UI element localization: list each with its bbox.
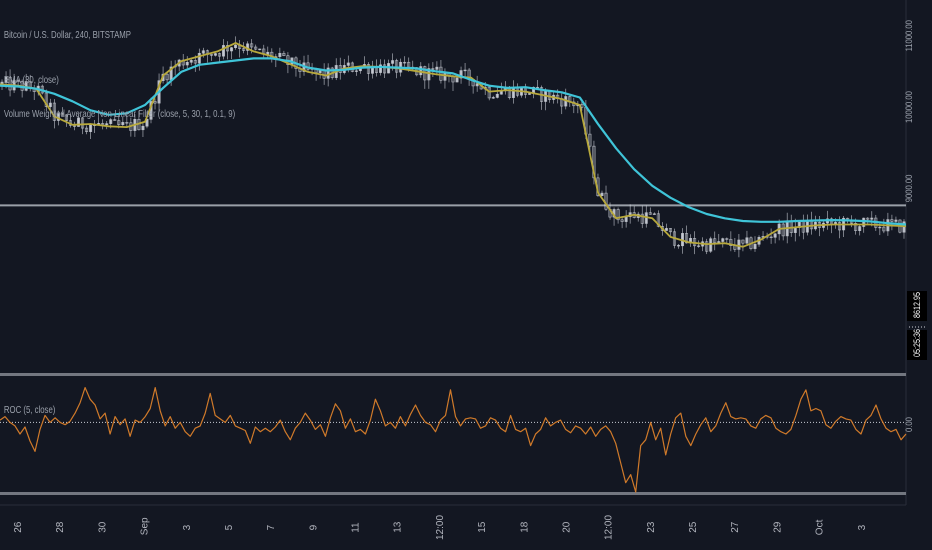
time-tick-label: 11 xyxy=(351,522,362,533)
time-tick-label: 5 xyxy=(224,524,235,530)
time-tick-label: 30 xyxy=(97,521,108,533)
candle-body xyxy=(141,125,145,131)
candle-body xyxy=(346,62,350,66)
candle-body xyxy=(463,69,467,72)
candle-body xyxy=(721,238,725,242)
osc-pane-title: ROC (5, close) xyxy=(4,404,56,415)
time-tick-label: 9 xyxy=(308,524,319,530)
candle-body xyxy=(221,45,225,57)
time-tick-label: 27 xyxy=(730,521,741,533)
time-tick-label: Oct xyxy=(815,519,826,535)
candle-body xyxy=(197,52,201,64)
time-tick-label: 13 xyxy=(393,521,404,533)
candle-body xyxy=(664,228,668,231)
candle-body xyxy=(109,119,113,124)
time-tick-label: 15 xyxy=(477,521,488,533)
candle-body xyxy=(266,51,270,55)
candle-body xyxy=(894,219,898,222)
price-scale-background xyxy=(906,0,932,550)
candle-body xyxy=(318,70,322,73)
time-tick-label: 7 xyxy=(266,524,277,530)
candle-body xyxy=(443,72,447,81)
osc-zero-label: 0.00 xyxy=(903,417,914,432)
candle-body xyxy=(48,102,52,107)
candle-body xyxy=(793,227,797,233)
candle-body xyxy=(213,53,217,56)
time-tick-label: 28 xyxy=(55,521,66,533)
candle-body xyxy=(624,216,628,222)
candle-body xyxy=(745,237,749,244)
pane-separator-bottom[interactable] xyxy=(0,492,906,495)
time-tick-label: 29 xyxy=(772,521,783,533)
time-tick-label: 26 xyxy=(13,521,24,533)
candle-body xyxy=(600,192,604,196)
candle-body xyxy=(737,239,741,250)
time-tick-label: Sep xyxy=(140,517,151,535)
chart-background xyxy=(0,0,932,550)
candle-body xyxy=(105,123,109,126)
candle-body xyxy=(858,226,862,231)
candle-body xyxy=(528,93,532,95)
price-scale-labels: 11000.00 10000.00 9000.00 xyxy=(903,20,914,202)
candle-body xyxy=(652,213,656,215)
countdown-badge-text: 05:25:36 xyxy=(912,329,922,357)
candle-body xyxy=(870,217,874,220)
candle-body xyxy=(435,66,439,70)
time-tick-label: 25 xyxy=(688,521,699,533)
candle-body xyxy=(455,77,459,83)
main-pane-legend-filter: Volume Weighted Average Non-Linear Filte… xyxy=(4,108,235,119)
candle-body xyxy=(258,48,262,51)
candle-body xyxy=(230,47,234,52)
candle-body xyxy=(185,61,189,66)
candle-body xyxy=(391,60,395,64)
candle-body xyxy=(753,243,757,249)
candle-body xyxy=(878,226,882,229)
candle-body xyxy=(201,50,205,54)
candle-body xyxy=(495,93,499,98)
candle-body xyxy=(234,44,238,48)
time-tick-label: 23 xyxy=(646,521,657,533)
candle-body xyxy=(491,97,495,99)
candle-body xyxy=(89,124,93,132)
candle-body xyxy=(773,233,777,238)
price-tick-label: 9000.00 xyxy=(903,174,914,202)
candle-body xyxy=(511,87,515,98)
candle-body xyxy=(189,60,193,63)
time-tick-label: 20 xyxy=(562,521,573,533)
candle-body xyxy=(717,241,721,243)
candle-body xyxy=(709,238,713,252)
main-pane-title: Bitcoin / U.S. Dollar, 240, BITSTAMP xyxy=(4,29,131,40)
main-pane-legend-ema: EMA (30, close) xyxy=(4,74,59,85)
time-tick-label: 18 xyxy=(519,521,530,533)
time-tick-label: 12:00 xyxy=(604,515,615,540)
pane-separator-top[interactable] xyxy=(0,373,906,376)
time-tick-label: 3 xyxy=(182,524,193,530)
candle-body xyxy=(278,52,282,57)
time-tick-label: 3 xyxy=(857,524,868,530)
candle-body xyxy=(121,122,125,125)
candle-body xyxy=(354,70,358,72)
price-tick-label: 11000.00 xyxy=(903,20,914,52)
time-tick-label: 12:00 xyxy=(435,515,446,540)
chart-canvas: 11000.00 10000.00 9000.00 26 28 30 Sep 3 5 7 9 11 1… xyxy=(0,0,932,550)
last-price-badge-text: 8612.95 xyxy=(912,292,922,318)
price-tick-label: 10000.00 xyxy=(903,91,914,123)
